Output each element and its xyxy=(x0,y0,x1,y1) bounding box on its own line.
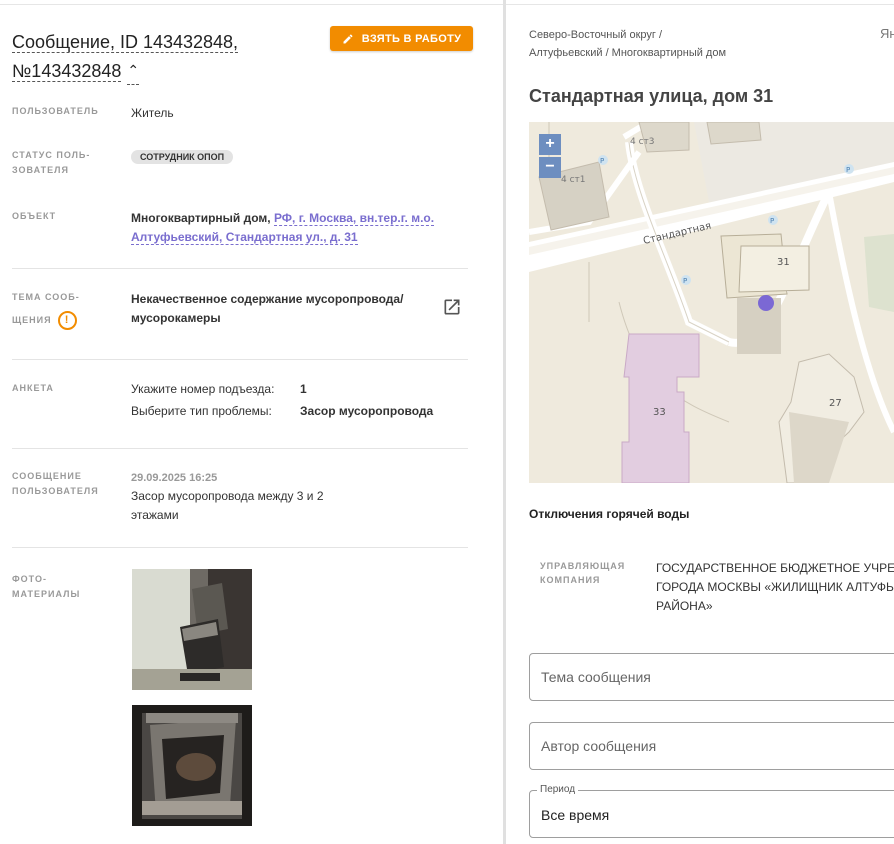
message-topic-placeholder: Тема сообщения xyxy=(541,669,651,685)
topic-label-2: ЩЕНИЯ xyxy=(12,315,52,325)
building-31-label: 31 xyxy=(777,257,790,268)
period-label: Период xyxy=(537,784,579,795)
period-select[interactable]: Период Все время xyxy=(529,784,894,838)
photo-chute-hopper xyxy=(132,705,252,826)
building-4st1-label: 4 ст1 xyxy=(561,175,586,185)
object-info-panel: Северо-Восточный округ / Алтуфьевский / … xyxy=(506,0,894,844)
user-label: ПОЛЬЗОВАТЕЛЬ xyxy=(12,106,99,116)
user-value: Житель xyxy=(131,106,174,120)
photos-label: ФОТО- МАТЕРИАЛЫ xyxy=(12,572,107,602)
survey-question-2: Выберите тип проблемы: xyxy=(131,404,272,418)
truncated-header-text: Ян xyxy=(880,26,894,41)
message-details-panel: Сообщение, ID 143432848, №143432848 ⌃ ВЗЯ… xyxy=(0,0,500,844)
management-company-value: ГОСУДАРСТВЕННОЕ БЮДЖЕТНОЕ УЧРЕЖ ГОРОДА М… xyxy=(656,559,894,616)
topic-value-1: Некачественное содержание мусоропровода/ xyxy=(131,292,404,306)
object-label: ОБЪЕКТ xyxy=(12,211,57,221)
user-status-value: СОТРУДНИК ОПОП xyxy=(131,147,234,166)
breadcrumb-line-2[interactable]: Алтуфьевский / Многоквартирный дом xyxy=(529,47,726,59)
warning-icon[interactable]: ! xyxy=(57,311,77,331)
message-text: Засор мусоропровода между 3 и 2 этажами xyxy=(131,487,324,525)
management-company-line-3: РАЙОНА» xyxy=(656,599,713,613)
user-message-label: СООБЩЕНИЕ ПОЛЬЗОВАТЕЛЯ xyxy=(12,469,107,499)
topic-label: ТЕМА СООБ- ЩЕНИЯ! xyxy=(12,290,107,335)
divider xyxy=(12,268,468,269)
user-message-label-1: СООБЩЕНИЕ xyxy=(12,471,82,481)
photo-thumbnail[interactable] xyxy=(132,569,252,690)
parking-label: P xyxy=(683,277,687,285)
message-title[interactable]: Сообщение, ID 143432848, №143432848 ⌃ xyxy=(12,28,312,85)
period-value: Все время xyxy=(541,807,610,823)
survey-answer-2: Засор мусоропровода xyxy=(300,404,434,418)
zoom-in-button[interactable]: + xyxy=(539,134,561,155)
message-author-placeholder: Автор сообщения xyxy=(541,738,657,754)
object-type: Многоквартирный дом, xyxy=(131,211,271,225)
message-date: 29.09.2025 16:25 xyxy=(131,472,218,484)
parking-label: P xyxy=(770,217,774,225)
management-company-label-2: КОМПАНИЯ xyxy=(540,575,601,585)
topic-value: Некачественное содержание мусоропровода/… xyxy=(131,290,431,328)
chevron-up-icon[interactable]: ⌃ xyxy=(127,56,140,85)
hot-water-outage-title: Отключения горячей воды xyxy=(529,507,690,521)
title-line-2: №143432848 xyxy=(12,61,122,82)
photos-label-2: МАТЕРИАЛЫ xyxy=(12,589,81,599)
message-topic-field[interactable]: Тема сообщения xyxy=(529,653,894,701)
photos-label-1: ФОТО- xyxy=(12,574,47,584)
topic-value-2: мусорокамеры xyxy=(131,311,221,325)
parking-label: P xyxy=(846,166,850,174)
divider xyxy=(12,547,468,548)
management-company-label: УПРАВЛЯЮЩАЯ КОМПАНИЯ xyxy=(540,559,640,587)
map-canvas: Стандартная 31 33 27 4 ст3 4 ст1 P P P P xyxy=(529,122,894,483)
object-address-link-2[interactable]: Алтуфьевский, Стандартная ул., д. 31 xyxy=(131,230,358,245)
building-33-label: 33 xyxy=(653,407,666,418)
title-line-1: Сообщение, ID 143432848, xyxy=(12,32,239,53)
building-4st3-label: 4 ст3 xyxy=(630,137,655,147)
map[interactable]: Стандартная 31 33 27 4 ст3 4 ст1 P P P P… xyxy=(529,122,894,483)
user-message-label-2: ПОЛЬЗОВАТЕЛЯ xyxy=(12,486,99,496)
photo-garbage-chute-room xyxy=(132,569,252,690)
parking-label: P xyxy=(600,157,604,165)
management-company-label-1: УПРАВЛЯЮЩАЯ xyxy=(540,561,626,571)
message-text-1: Засор мусоропровода между 3 и 2 xyxy=(131,489,324,503)
divider xyxy=(12,359,468,360)
breadcrumb: Северо-Восточный округ / Алтуфьевский / … xyxy=(529,26,769,62)
building-27-label: 27 xyxy=(829,398,842,409)
open-in-new-icon[interactable] xyxy=(442,297,462,317)
message-text-2: этажами xyxy=(131,508,179,522)
management-company-line-2: ГОРОДА МОСКВЫ «ЖИЛИЩНИК АЛТУФЬ xyxy=(656,580,894,594)
management-company-line-1: ГОСУДАРСТВЕННОЕ БЮДЖЕТНОЕ УЧРЕЖ xyxy=(656,561,894,575)
survey-question-1: Укажите номер подъезда: xyxy=(131,382,275,396)
zoom-out-button[interactable]: − xyxy=(539,157,561,178)
take-to-work-button[interactable]: ВЗЯТЬ В РАБОТУ xyxy=(330,26,473,51)
user-status-label: СТАТУС ПОЛЬ- ЗОВАТЕЛЯ xyxy=(12,148,107,178)
user-status-label-2: ЗОВАТЕЛЯ xyxy=(12,165,69,175)
object-address-title: Стандартная улица, дом 31 xyxy=(529,86,774,106)
survey-answer-1: 1 xyxy=(300,382,307,396)
take-to-work-label: ВЗЯТЬ В РАБОТУ xyxy=(361,32,462,45)
pencil-icon xyxy=(343,33,353,43)
breadcrumb-line-1[interactable]: Северо-Восточный округ / xyxy=(529,29,662,41)
object-address-link-1[interactable]: РФ, г. Москва, вн.тер.г. м.о. xyxy=(273,211,435,226)
message-author-field[interactable]: Автор сообщения xyxy=(529,722,894,770)
survey-label: АНКЕТА xyxy=(12,383,54,393)
divider xyxy=(12,448,468,449)
photo-thumbnail[interactable] xyxy=(132,705,252,826)
status-badge: СОТРУДНИК ОПОП xyxy=(131,150,234,164)
user-status-label-1: СТАТУС ПОЛЬ- xyxy=(12,150,91,160)
object-value: Многоквартирный дом, РФ, г. Москва, вн.т… xyxy=(131,209,461,247)
topic-label-1: ТЕМА СООБ- xyxy=(12,292,80,302)
